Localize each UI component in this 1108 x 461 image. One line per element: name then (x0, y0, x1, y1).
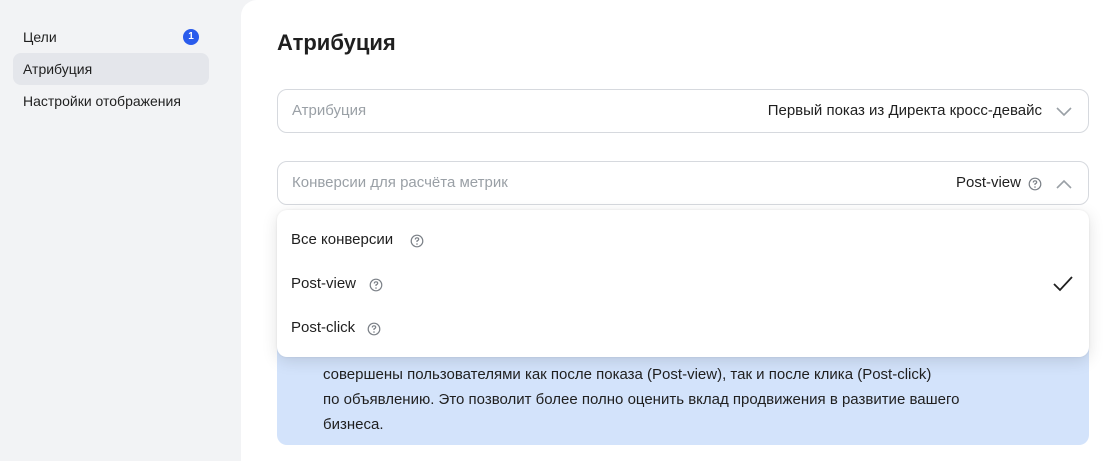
sidebar-item-label: Настройки отображения (23, 93, 181, 109)
sidebar-item-label: Атрибуция (23, 61, 93, 77)
checkmark-icon (1053, 276, 1073, 292)
attribution-select-placeholder: Атрибуция (292, 102, 367, 119)
help-icon[interactable] (410, 234, 424, 248)
attribution-select[interactable]: Атрибуция Первый показ из Директа кросс-… (277, 89, 1089, 133)
help-icon[interactable] (1028, 177, 1042, 191)
sidebar-item-goals[interactable]: Цели 1 (13, 21, 209, 53)
conversions-select-value: Post-view (955, 174, 1021, 191)
main-panel: Атрибуция Атрибуция Первый показ из Дире… (241, 0, 1108, 461)
help-icon[interactable] (369, 278, 383, 292)
sidebar-item-label: Цели (23, 29, 57, 45)
option-label: Post-click (291, 319, 356, 336)
info-line: по объявлению. Это позволит более полно … (323, 391, 960, 408)
conversions-select-placeholder: Конверсии для расчёта метрик (292, 174, 508, 191)
chevron-down-icon (1056, 107, 1072, 117)
option-post-view[interactable]: Post-view (277, 262, 1089, 306)
option-post-click[interactable]: Post-click (277, 306, 1089, 350)
conversions-dropdown: Все конверсии Post-view Post-click (277, 210, 1089, 357)
help-icon[interactable] (367, 322, 381, 336)
sidebar-item-display-settings[interactable]: Настройки отображения (13, 85, 209, 117)
option-label: Все конверсии (291, 231, 394, 248)
sidebar: Цели 1 Атрибуция Настройки отображения (0, 0, 229, 461)
conversions-select[interactable]: Конверсии для расчёта метрик Post-view (277, 161, 1089, 205)
info-line: бизнеса. (323, 416, 384, 433)
attribution-select-value: Первый показ из Директа кросс-девайс (767, 102, 1042, 119)
option-all-conversions[interactable]: Все конверсии (277, 218, 1089, 262)
info-line: совершены пользователями как после показ… (323, 366, 932, 383)
chevron-up-icon (1056, 179, 1072, 189)
info-text: совершены пользователями как после показ… (323, 362, 1023, 437)
count-badge: 1 (183, 29, 199, 45)
page-title: Атрибуция (277, 30, 396, 55)
option-label: Post-view (291, 275, 357, 292)
sidebar-item-attribution[interactable]: Атрибуция (13, 53, 209, 85)
